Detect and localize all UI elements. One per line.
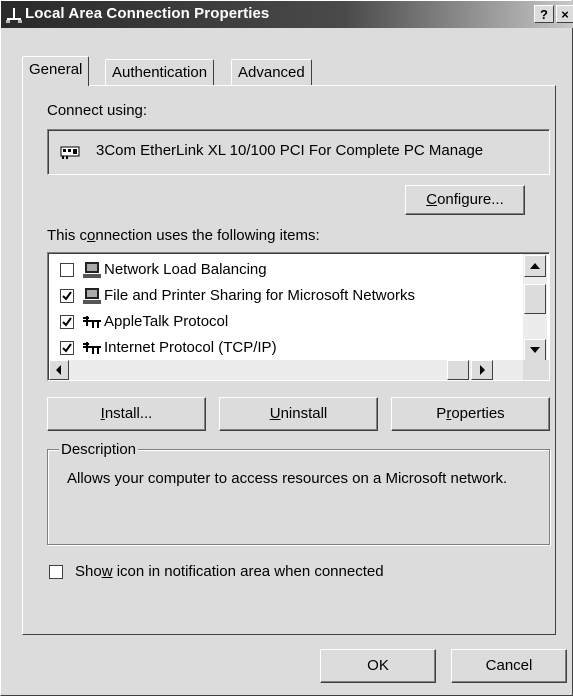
checkbox-file-printer-sharing[interactable] xyxy=(60,289,74,303)
uninstall-button[interactable]: Uninstall xyxy=(219,397,378,431)
configure-label-accel: C xyxy=(426,191,438,208)
close-button[interactable]: × xyxy=(556,5,573,23)
properties-label-rest: operties xyxy=(451,405,505,422)
checkbox-tcp-ip[interactable] xyxy=(60,341,74,355)
network-protocol-icon xyxy=(83,342,101,354)
window-title: Local Area Connection Properties xyxy=(25,5,270,22)
list-item-label: Internet Protocol (TCP/IP) xyxy=(104,339,277,356)
description-legend: Description xyxy=(59,441,139,458)
description-text: Allows your computer to access resources… xyxy=(67,470,508,487)
description-group xyxy=(47,449,550,545)
arrow-left-icon xyxy=(56,365,61,375)
checkmark-icon xyxy=(62,343,72,353)
checkmark-icon xyxy=(62,291,72,301)
list-item-file-printer-sharing[interactable]: File and Printer Sharing for Microsoft N… xyxy=(60,285,520,309)
scroll-up-button[interactable] xyxy=(524,255,546,277)
scroll-right-button[interactable] xyxy=(471,360,493,380)
show-icon-label[interactable]: Show icon in notification area when conn… xyxy=(75,563,384,580)
install-button[interactable]: Install... xyxy=(47,397,206,431)
adapter-field: 3Com EtherLink XL 10/100 PCI For Complet… xyxy=(47,129,550,175)
computer-icon xyxy=(83,288,101,304)
computer-icon xyxy=(83,262,101,278)
network-protocol-icon xyxy=(83,316,101,328)
scroll-thumb[interactable] xyxy=(524,284,546,314)
arrow-up-icon xyxy=(530,263,540,269)
show-icon-label-accel: w xyxy=(101,563,113,580)
install-label-rest: nstall... xyxy=(104,405,153,422)
show-icon-label-rest: icon in notification area when connected xyxy=(112,563,384,580)
scroll-down-button[interactable] xyxy=(524,339,546,361)
uninstall-label-accel: U xyxy=(269,405,281,422)
items-label: This connection uses the following items… xyxy=(47,227,320,244)
show-icon-label-prefix: Sho xyxy=(75,563,102,580)
list-item-appletalk[interactable]: AppleTalk Protocol xyxy=(60,311,520,335)
properties-dialog: Local Area Connection Properties ? × Gen… xyxy=(0,0,573,696)
arrow-down-icon xyxy=(530,347,540,353)
arrow-right-icon xyxy=(480,365,485,375)
properties-button[interactable]: Properties xyxy=(391,397,550,431)
items-label-prefix: This c xyxy=(47,227,88,244)
help-button[interactable]: ? xyxy=(534,5,554,23)
tab-authentication[interactable]: Authentication xyxy=(105,59,215,85)
checkbox-appletalk[interactable] xyxy=(60,315,74,329)
cancel-button[interactable]: Cancel xyxy=(451,649,567,683)
scroll-left-button[interactable] xyxy=(49,360,69,380)
scrollbar-corner xyxy=(523,360,549,380)
list-item-tcp-ip[interactable]: Internet Protocol (TCP/IP) xyxy=(60,337,520,361)
checkbox-network-load-balancing[interactable] xyxy=(60,263,74,277)
network-adapter-icon xyxy=(60,146,80,159)
uninstall-label-rest: ninstall xyxy=(280,405,328,422)
network-connection-icon xyxy=(6,8,22,23)
ok-button[interactable]: OK xyxy=(320,649,436,683)
list-item-label: File and Printer Sharing for Microsoft N… xyxy=(104,287,415,304)
configure-button[interactable]: Configure... xyxy=(405,185,525,215)
connect-using-label: Connect using: xyxy=(47,102,148,119)
tab-general[interactable]: General xyxy=(22,56,90,86)
items-label-rest: nnection uses the following items: xyxy=(95,227,320,244)
adapter-name: 3Com EtherLink XL 10/100 PCI For Complet… xyxy=(96,142,484,159)
scroll-thumb-horizontal[interactable] xyxy=(447,360,469,380)
configure-label-rest: onfigure... xyxy=(437,191,504,208)
list-item-label: AppleTalk Protocol xyxy=(104,313,229,330)
components-list[interactable]: Network Load Balancing File and Printer … xyxy=(47,252,550,381)
checkmark-icon xyxy=(62,317,72,327)
tab-advanced[interactable]: Advanced xyxy=(231,59,312,85)
title-bar[interactable]: Local Area Connection Properties ? × xyxy=(1,1,573,28)
horizontal-scrollbar[interactable] xyxy=(49,360,523,380)
show-icon-checkbox[interactable] xyxy=(49,565,63,579)
vertical-scrollbar[interactable] xyxy=(523,254,547,362)
list-item-network-load-balancing[interactable]: Network Load Balancing xyxy=(60,259,520,283)
list-item-label: Network Load Balancing xyxy=(104,261,267,278)
properties-label-prefix: P xyxy=(436,405,447,422)
